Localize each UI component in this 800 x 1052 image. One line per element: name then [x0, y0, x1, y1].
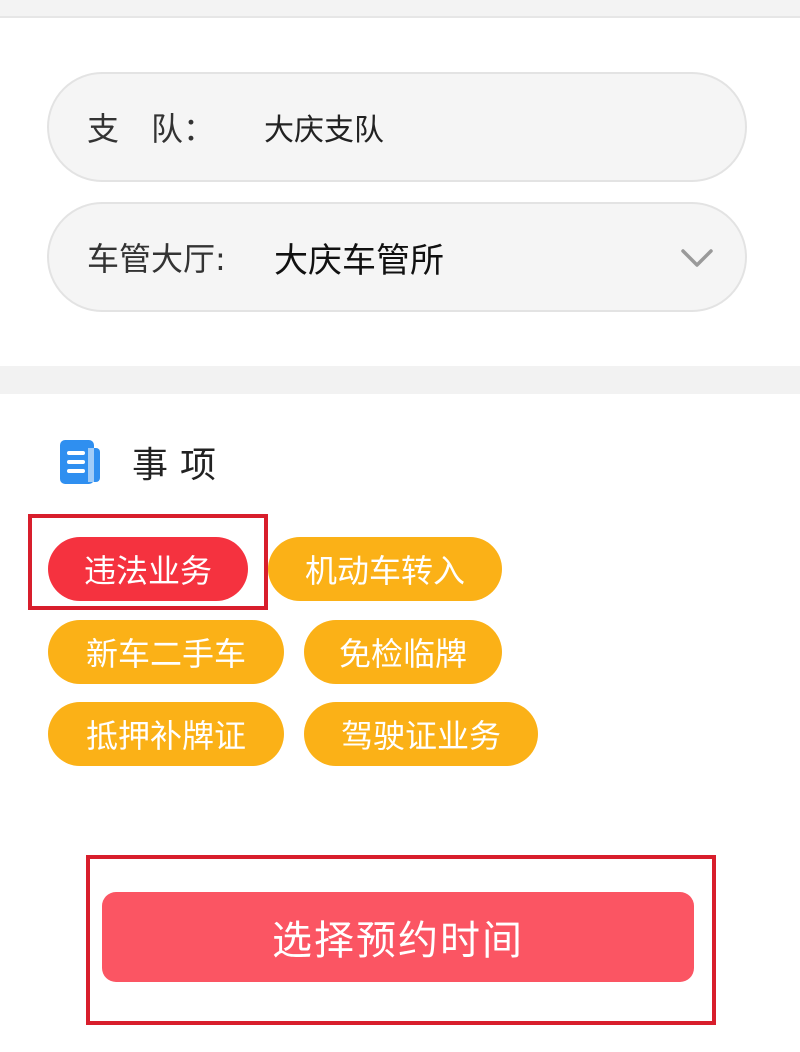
section-title: 事项: [132, 445, 229, 486]
hall-value: 大庆车管所: [274, 240, 444, 281]
chip-temp-plate[interactable]: 免检临牌: [304, 620, 502, 684]
chip-vehicle-transfer[interactable]: 机动车转入: [268, 537, 502, 601]
top-divider: [0, 0, 800, 18]
document-list-icon: [60, 440, 100, 484]
chip-mortgage-reissue[interactable]: 抵押补牌证: [48, 702, 284, 766]
hall-select[interactable]: 车管大厅: 大庆车管所: [47, 202, 747, 312]
hall-label: 车管大厅:: [87, 240, 226, 278]
section-divider: [0, 366, 800, 394]
chevron-down-icon[interactable]: [679, 240, 715, 276]
highlight-frame-button: [86, 855, 716, 1025]
branch-label: 支 队：: [87, 110, 216, 148]
branch-field: 支 队： 大庆支队: [47, 72, 747, 182]
highlight-frame-chip: [28, 514, 268, 610]
section-header: 事项: [58, 436, 228, 488]
chip-license-business[interactable]: 驾驶证业务: [304, 702, 538, 766]
branch-value: 大庆支队: [264, 113, 384, 148]
chip-new-used-car[interactable]: 新车二手车: [48, 620, 284, 684]
